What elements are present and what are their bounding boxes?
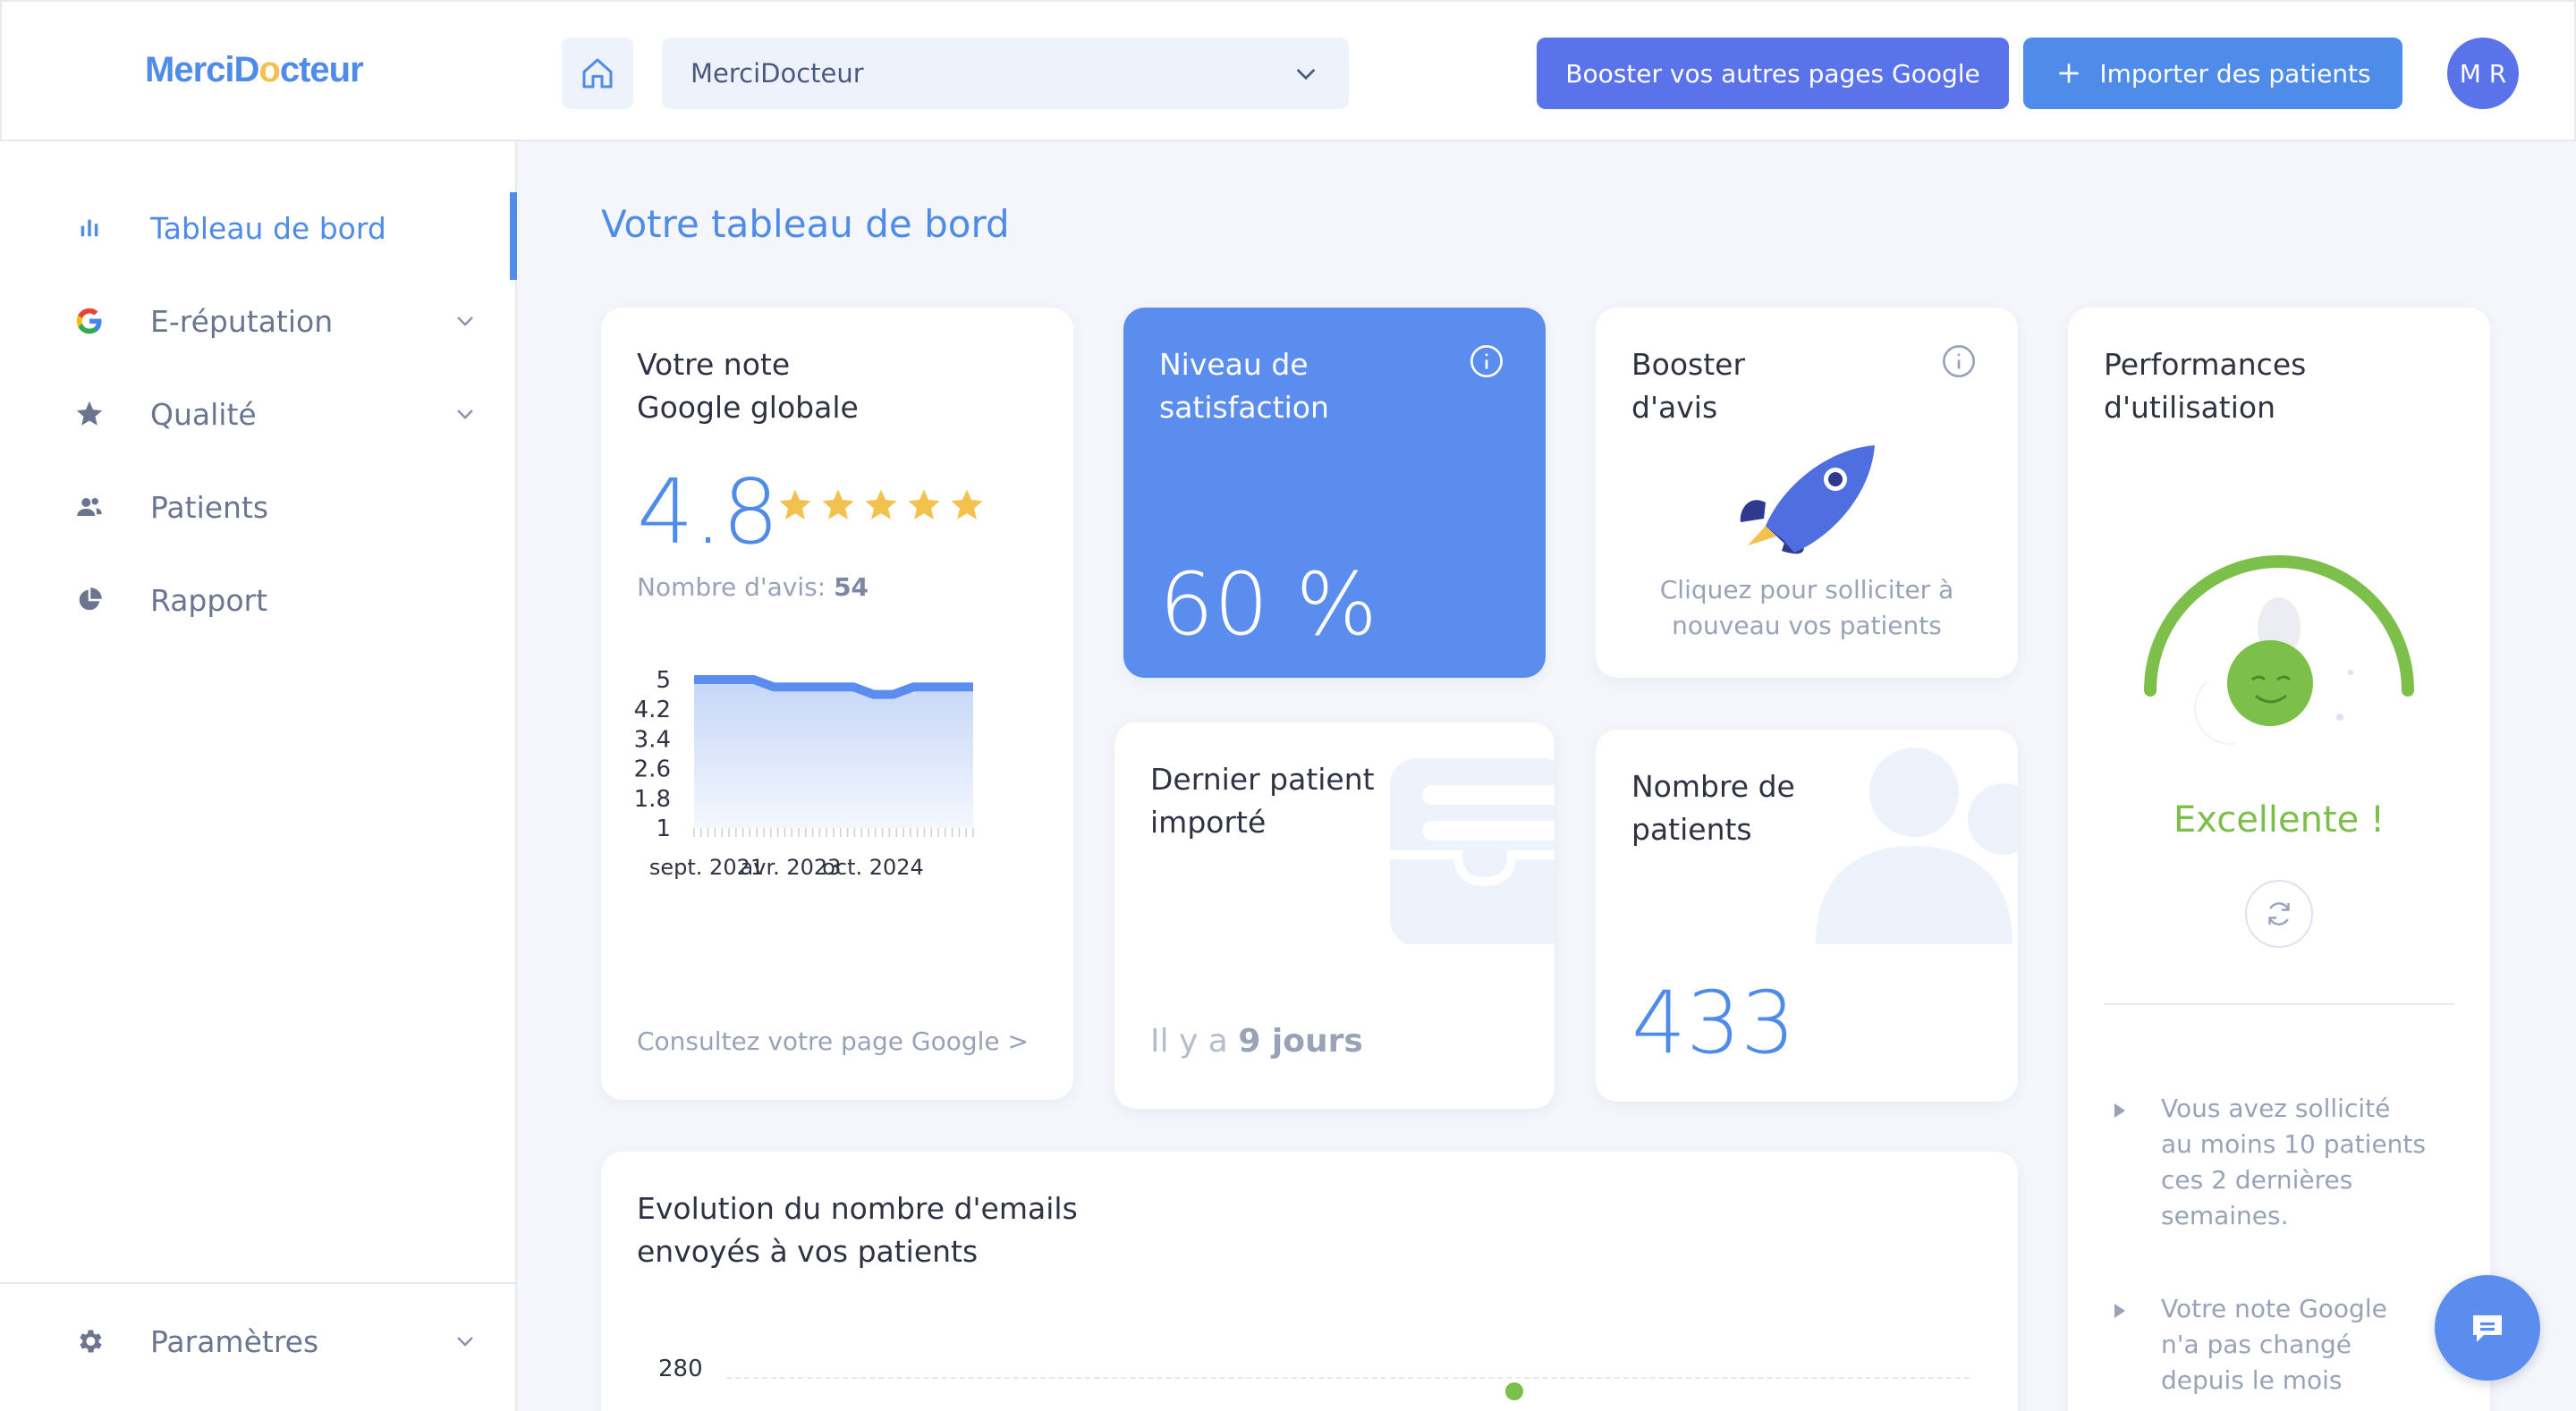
star-icon [908, 489, 940, 520]
rating-area [694, 680, 973, 828]
data-point-marker [1505, 1382, 1523, 1400]
rocket-icon [1740, 445, 1875, 554]
star-icon [779, 489, 811, 520]
google-page-link[interactable]: Consultez votre page Google > [637, 1027, 1029, 1056]
import-patients-button[interactable]: Importer des patients [2023, 38, 2402, 109]
sidebar-item-parametres[interactable]: Paramètres [0, 1305, 515, 1377]
booster-card[interactable]: Booster d'avis Cliquez pour solliciter à… [1596, 308, 2018, 678]
caret-right-icon [2114, 1103, 2125, 1118]
inbox-icon [1390, 758, 1555, 944]
satisfaction-card: Niveau de satisfaction 60 % [1123, 308, 1546, 678]
google-icon [72, 303, 107, 339]
google-rating-value: 4.8 [637, 460, 780, 564]
chevron-down-icon [457, 1337, 473, 1347]
last-patient-card: Dernier patient importé Il y a 9 jours [1114, 722, 1555, 1109]
chevron-down-icon [457, 410, 473, 419]
performance-card: Performances d'utilisation Excellente ! … [2068, 308, 2490, 1411]
card-title: Booster d'avis [1631, 347, 1746, 425]
sidebar-item-label: Tableau de bord [150, 210, 386, 246]
rating-history-chart: 54.23.42.61.81sept. 2021avr. 2023oct. 20… [634, 667, 974, 880]
y-tick-label: 280 [658, 1356, 703, 1382]
patient-count-value: 433 [1631, 973, 1796, 1073]
sidebar: Tableau de bord E-réputation Qualité Pat… [0, 141, 517, 1411]
plus-icon [2059, 63, 2080, 83]
sidebar-item-label: Paramètres [150, 1323, 319, 1359]
divider [2104, 1003, 2454, 1005]
users-icon [1816, 748, 2018, 944]
refresh-icon [2268, 902, 2290, 925]
sidebar-divider [0, 1282, 515, 1284]
sidebar-item-e-reputation[interactable]: E-réputation [0, 285, 515, 357]
booster-text: Cliquez pour solliciter à nouveau vos pa… [1659, 575, 1954, 640]
star-icon [822, 489, 854, 520]
chevron-down-icon [457, 317, 473, 326]
refresh-button[interactable] [2245, 880, 2313, 948]
gear-icon [72, 1323, 107, 1359]
sidebar-item-dashboard[interactable]: Tableau de bord [0, 192, 517, 280]
chat-button[interactable] [2435, 1275, 2540, 1381]
bar-chart-icon [72, 210, 107, 246]
caret-right-icon [2114, 1304, 2125, 1318]
y-tick-label: 1.8 [634, 786, 671, 813]
import-patients-label: Importer des patients [2099, 58, 2371, 89]
card-title: Evolution du nombre d'emails envoyés à v… [637, 1191, 1078, 1269]
y-tick-label: 5 [656, 667, 671, 694]
satisfaction-value: 60 % [1159, 554, 1377, 655]
card-title: Nombre de patients [1631, 769, 1795, 847]
last-import-time: Il y a 9 jours [1150, 1023, 1363, 1060]
info-icon[interactable] [1941, 343, 1977, 379]
grid-line [726, 1377, 1970, 1379]
info-icon[interactable] [1469, 343, 1504, 379]
sidebar-item-label: E-réputation [150, 303, 334, 339]
gauge-icon [2144, 555, 2414, 746]
google-note-card: Votre note Google globale 4.8 Nombre d'a… [601, 308, 1073, 1100]
performance-item: Vous avez sollicité au moins 10 patients… [2161, 1094, 2426, 1230]
page-title: Votre tableau de bord [601, 202, 1010, 246]
x-tick-label: oct. 2024 [822, 855, 924, 880]
pie-chart-icon [72, 582, 107, 618]
logo[interactable]: MerciDocteur [145, 50, 364, 90]
sidebar-item-label: Rapport [150, 582, 268, 618]
sidebar-item-label: Qualité [150, 396, 257, 432]
sidebar-item-label: Patients [150, 489, 269, 525]
boost-pages-button[interactable]: Booster vos autres pages Google [1537, 38, 2009, 109]
performance-item: Votre note Google n'a pas changé depuis … [2161, 1294, 2387, 1395]
chevron-down-icon [1296, 69, 1316, 80]
card-title: Niveau de satisfaction [1159, 347, 1329, 425]
home-icon [582, 58, 613, 89]
sidebar-item-rapport[interactable]: Rapport [0, 564, 515, 636]
rating-stars [776, 486, 986, 524]
performance-status: Excellente ! [2173, 799, 2385, 841]
chat-icon [2473, 1315, 2502, 1342]
y-tick-label: 1 [656, 815, 671, 842]
card-title: Votre note Google globale [637, 347, 859, 425]
users-icon [72, 489, 107, 525]
card-title: Dernier patient importé [1150, 762, 1375, 840]
practice-select-value: MerciDocteur [691, 58, 864, 89]
sidebar-item-patients[interactable]: Patients [0, 471, 515, 543]
sidebar-item-qualite[interactable]: Qualité [0, 378, 515, 450]
avatar[interactable]: M R [2447, 38, 2519, 109]
patient-count-card: Nombre de patients 433 [1596, 730, 2018, 1102]
home-button[interactable] [562, 38, 633, 109]
review-count: Nombre d'avis: 54 [637, 572, 869, 602]
star-icon [865, 489, 897, 520]
y-tick-label: 4.2 [634, 697, 671, 723]
card-title: Performances d'utilisation [2104, 347, 2307, 425]
emails-evolution-card: Evolution du nombre d'emails envoyés à v… [601, 1152, 2018, 1411]
y-tick-label: 3.4 [634, 726, 671, 753]
practice-select[interactable]: MerciDocteur [662, 38, 1349, 109]
star-icon [951, 489, 983, 520]
star-icon [72, 396, 107, 432]
top-bar: MerciDocteur MerciDocteur Booster vos au… [0, 0, 2576, 141]
y-tick-label: 2.6 [634, 756, 671, 783]
